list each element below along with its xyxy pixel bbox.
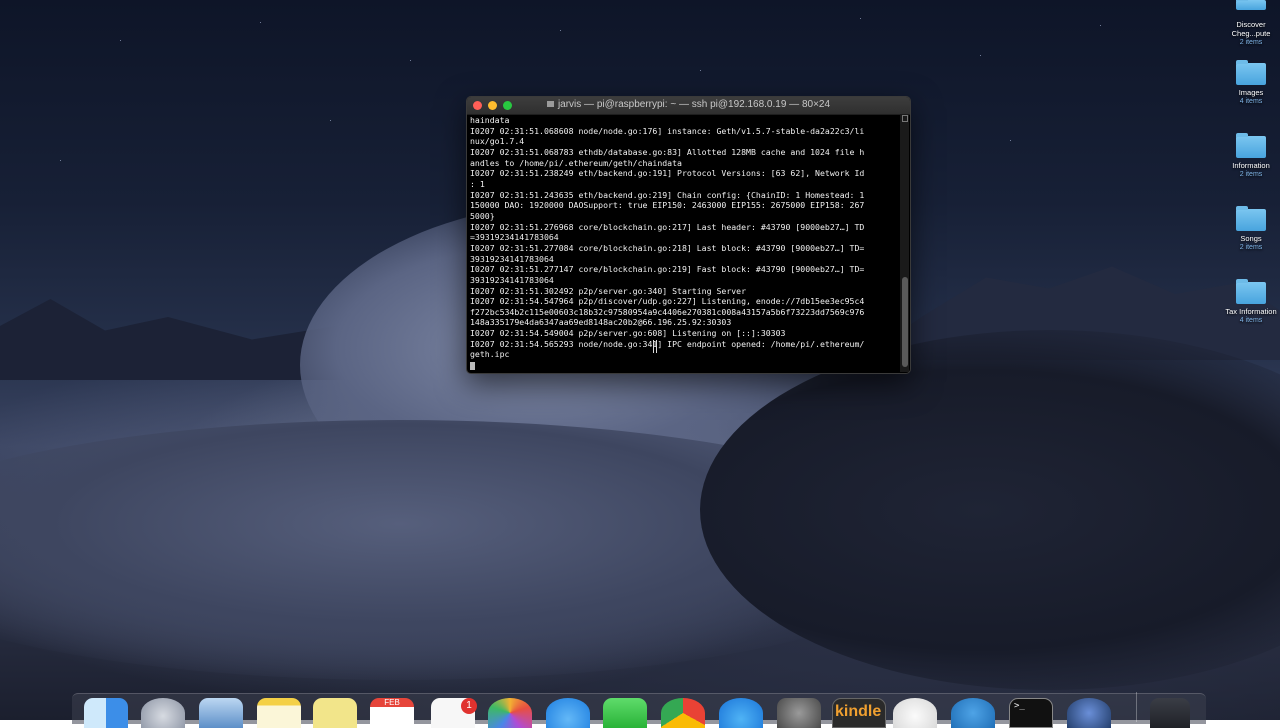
- terminal-line: 5000}: [470, 210, 495, 221]
- terminal-line: I0207 02:31:51.243635 eth/backend.go:219…: [470, 189, 865, 200]
- terminal-line: : 1: [470, 178, 485, 189]
- system-preferences-icon[interactable]: [777, 698, 821, 728]
- terminal-line: haindata: [470, 115, 510, 125]
- stickies-icon[interactable]: [313, 698, 357, 728]
- terminal-line: I0207 02:31:54.565293 node/node.go:341] …: [470, 338, 865, 349]
- terminal-line: I0207 02:31:54.549004 p2p/server.go:608]…: [470, 328, 786, 339]
- terminal-line: I0207 02:31:51.238249 eth/backend.go:191…: [470, 168, 865, 179]
- window-title-text: jarvis — pi@raspberrypi: ~ — ssh pi@192.…: [557, 99, 831, 110]
- desktop-folder-tax-information[interactable]: Tax Information 4 items: [1225, 279, 1277, 325]
- window-titlebar[interactable]: jarvis — pi@raspberrypi: ~ — ssh pi@192.…: [467, 97, 910, 115]
- folder-icon: [1236, 279, 1266, 304]
- folder-item-count: 4 items: [1239, 98, 1263, 105]
- terminal-line: 39319234141783064: [470, 253, 554, 264]
- desktop-folder-songs[interactable]: Songs 2 items: [1225, 206, 1277, 252]
- desktop-folder-images[interactable]: Images 4 items: [1225, 60, 1277, 106]
- terminal-window[interactable]: jarvis — pi@raspberrypi: ~ — ssh pi@192.…: [466, 96, 911, 374]
- terminal-line: nux/go1.7.4: [470, 136, 525, 147]
- desktop-folder-information[interactable]: Information 2 items: [1225, 133, 1277, 179]
- folder-label: Information: [1232, 161, 1270, 170]
- folder-icon: [1236, 206, 1266, 231]
- folder-item-count: 4 items: [1239, 317, 1263, 324]
- kindle-label: kindle: [835, 703, 882, 720]
- terminal-line: I0207 02:31:51.302492 p2p/server.go:340]…: [470, 285, 747, 296]
- folder-label: Tax Information: [1225, 307, 1277, 316]
- safari-icon[interactable]: [546, 698, 590, 728]
- folder-item-count: 2 items: [1239, 39, 1263, 46]
- folder-item-count: 2 items: [1239, 244, 1263, 251]
- terminal-icon[interactable]: >_: [1009, 698, 1053, 728]
- folder-icon: [1236, 60, 1266, 85]
- network-utility-icon[interactable]: [1067, 698, 1111, 728]
- notes-icon[interactable]: [257, 698, 301, 728]
- folder-icon: [1236, 133, 1266, 158]
- app-store-icon[interactable]: [719, 698, 763, 728]
- folder-label: Discover Cheg...pute: [1231, 20, 1271, 38]
- terminal-cursor-line: [470, 360, 898, 371]
- terminal-line: I0207 02:31:51.276968 core/blockchain.go…: [470, 221, 865, 232]
- terminal-line: I0207 02:31:51.068608 node/node.go:176] …: [470, 125, 865, 136]
- terminal-line: 148a335179e4da6347aa69ed8148ac20b2@66.19…: [470, 317, 732, 328]
- mail-stamp-icon[interactable]: [199, 698, 243, 728]
- terminal-line: 150000 DAO: 1920000 DAOSupport: true EIP…: [470, 200, 865, 211]
- scroll-up-button[interactable]: [902, 115, 908, 122]
- launchpad-icon[interactable]: [141, 698, 185, 728]
- ibeam-cursor-icon: [653, 340, 657, 353]
- folder-item-count: 2 items: [1239, 171, 1263, 178]
- facetime-icon[interactable]: [603, 698, 647, 728]
- terminal-output[interactable]: haindata I0207 02:31:51.068608 node/node…: [470, 115, 898, 371]
- desktop-folder-discover[interactable]: Discover Cheg...pute 2 items: [1225, 0, 1277, 47]
- folder-label: Songs: [1240, 234, 1262, 243]
- terminal-line: f272bc534b2c115e00603c18b32c97580954a9c4…: [470, 306, 865, 317]
- terminal-line: I0207 02:31:51.277084 core/blockchain.go…: [470, 242, 865, 253]
- chrome-icon[interactable]: [661, 698, 705, 728]
- calendar-icon[interactable]: FEB: [370, 698, 414, 728]
- calendar-month: FEB: [384, 698, 400, 707]
- terminal-line: =39319234141783064: [470, 232, 559, 243]
- terminal-prompt: >_: [1014, 701, 1025, 711]
- scrollbar-thumb[interactable]: [902, 277, 908, 367]
- terminal-line: 39319234141783064: [470, 274, 554, 285]
- folder-label: Images: [1238, 88, 1264, 97]
- kindle-icon[interactable]: kindle: [832, 698, 886, 728]
- terminal-line: geth.ipc: [470, 349, 510, 360]
- photos-icon[interactable]: [488, 698, 532, 728]
- folder-icon: [1236, 0, 1266, 10]
- terminal-line: I0207 02:31:51.068783 ethdb/database.go:…: [470, 146, 865, 157]
- character-app-icon[interactable]: [893, 698, 937, 728]
- terminal-line: andles to /home/pi/.ethereum/geth/chaind…: [470, 157, 682, 168]
- terminal-line: I0207 02:31:54.547964 p2p/discover/udp.g…: [470, 296, 865, 307]
- window-title: jarvis — pi@raspberrypi: ~ — ssh pi@192.…: [467, 99, 910, 110]
- dock-separator: [1136, 692, 1137, 722]
- trash-icon[interactable]: [1150, 698, 1190, 728]
- vpn-app-icon[interactable]: [951, 698, 995, 728]
- finder-icon[interactable]: [84, 698, 128, 728]
- home-folder-icon: [546, 101, 554, 107]
- notification-badge: 1: [461, 698, 477, 714]
- text-cursor: [470, 361, 475, 370]
- terminal-line: I0207 02:31:51.277147 core/blockchain.go…: [470, 264, 865, 275]
